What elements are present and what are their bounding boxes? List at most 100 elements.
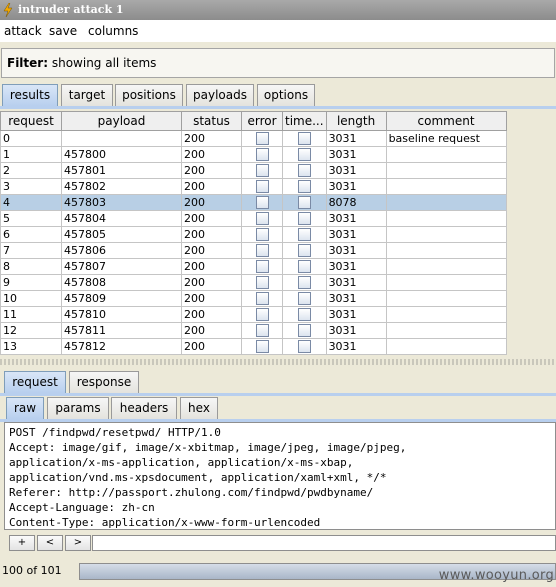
menu-attack[interactable]: attack: [4, 24, 42, 38]
tab-params[interactable]: params: [47, 397, 109, 419]
filter-label: Filter:: [7, 56, 49, 70]
table-row[interactable]: 9 457808 200 3031: [0, 274, 507, 291]
tab-headers[interactable]: headers: [111, 397, 177, 419]
timeout-checkbox[interactable]: [297, 308, 311, 321]
timeout-checkbox[interactable]: [297, 244, 311, 257]
timeout-checkbox[interactable]: [297, 292, 311, 305]
timeout-cell: [282, 194, 327, 211]
request-cell: 11: [0, 306, 62, 323]
table-row[interactable]: 13 457812 200 3031: [0, 338, 507, 355]
timeout-checkbox[interactable]: [297, 340, 311, 353]
payload-cell: [61, 130, 182, 147]
tab-raw[interactable]: raw: [6, 397, 44, 419]
payload-cell: 457812: [61, 338, 182, 355]
timeout-checkbox[interactable]: [297, 164, 311, 177]
request-cell: 12: [0, 322, 62, 339]
status-cell: 200: [181, 338, 242, 355]
payload-cell: 457806: [61, 242, 182, 259]
error-checkbox[interactable]: [255, 244, 269, 257]
timeout-cell: [282, 178, 327, 195]
error-checkbox[interactable]: [255, 212, 269, 225]
menu-bar: attack save columns: [0, 20, 556, 42]
table-row[interactable]: 1 457800 200 3031: [0, 146, 507, 163]
tab-hex[interactable]: hex: [180, 397, 218, 419]
error-checkbox[interactable]: [255, 308, 269, 321]
col-comment-header[interactable]: comment: [385, 111, 507, 131]
tab-payloads[interactable]: payloads: [186, 84, 254, 106]
timeout-checkbox[interactable]: [297, 180, 311, 193]
col-payload-header[interactable]: payload: [61, 111, 182, 131]
comment-cell: [385, 178, 507, 195]
menu-save[interactable]: save: [49, 24, 77, 38]
table-row[interactable]: 5 457804 200 3031: [0, 210, 507, 227]
table-row[interactable]: 6 457805 200 3031: [0, 226, 507, 243]
error-cell: [241, 290, 283, 307]
raw-request-editor[interactable]: POST /findpwd/resetpwd/ HTTP/1.0 Accept: …: [4, 422, 556, 530]
tab-request[interactable]: request: [4, 371, 66, 393]
timeout-checkbox[interactable]: [297, 148, 311, 161]
request-cell: 0: [0, 130, 62, 147]
error-checkbox[interactable]: [255, 148, 269, 161]
tab-options[interactable]: options: [257, 84, 315, 106]
filter-bar[interactable]: Filter: showing all items: [1, 48, 555, 78]
request-line: POST /findpwd/resetpwd/ HTTP/1.0: [9, 426, 221, 439]
split-pane-divider[interactable]: [0, 359, 556, 365]
col-request-header[interactable]: request: [0, 111, 62, 131]
tab-target[interactable]: target: [61, 84, 113, 106]
error-checkbox[interactable]: [255, 180, 269, 193]
request-line: Content-Type: application/x-www-form-url…: [9, 516, 321, 529]
results-table-body: 0 200 3031 baseline request 1 457800 200 3031 2 4…: [0, 130, 507, 355]
tab-results[interactable]: results: [2, 84, 58, 106]
length-cell: 3031: [325, 258, 387, 275]
col-status-header[interactable]: status: [181, 111, 242, 131]
table-row[interactable]: 11 457810 200 3031: [0, 306, 507, 323]
comment-cell: [385, 306, 507, 323]
tab-positions[interactable]: positions: [115, 84, 183, 106]
request-line: Accept-Language: zh-cn: [9, 501, 155, 514]
error-checkbox[interactable]: [255, 340, 269, 353]
status-cell: 200: [181, 274, 242, 291]
error-checkbox[interactable]: [255, 292, 269, 305]
table-row[interactable]: 0 200 3031 baseline request: [0, 130, 507, 147]
menu-columns[interactable]: columns: [88, 24, 138, 38]
length-cell: 3031: [325, 274, 387, 291]
error-checkbox[interactable]: [255, 324, 269, 337]
table-row[interactable]: 4 457803 200 8078: [0, 194, 507, 211]
error-checkbox[interactable]: [255, 260, 269, 273]
previous-button[interactable]: <: [37, 535, 63, 551]
col-timeout-header[interactable]: time...: [282, 111, 327, 131]
timeout-checkbox[interactable]: [297, 212, 311, 225]
payload-cell: 457805: [61, 226, 182, 243]
table-row[interactable]: 12 457811 200 3031: [0, 322, 507, 339]
error-checkbox[interactable]: [255, 196, 269, 209]
error-cell: [241, 194, 283, 211]
col-length-header[interactable]: length: [325, 111, 387, 131]
timeout-checkbox[interactable]: [297, 324, 311, 337]
col-error-header[interactable]: error: [241, 111, 283, 131]
timeout-checkbox[interactable]: [297, 228, 311, 241]
status-cell: 200: [181, 194, 242, 211]
error-cell: [241, 130, 283, 147]
request-cell: 5: [0, 210, 62, 227]
timeout-checkbox[interactable]: [297, 196, 311, 209]
timeout-checkbox[interactable]: [297, 132, 311, 145]
table-row[interactable]: 8 457807 200 3031: [0, 258, 507, 275]
comment-cell: [385, 258, 507, 275]
timeout-checkbox[interactable]: [297, 276, 311, 289]
error-checkbox[interactable]: [255, 228, 269, 241]
error-checkbox[interactable]: [255, 132, 269, 145]
tab-response[interactable]: response: [69, 371, 139, 393]
add-button[interactable]: +: [9, 535, 35, 551]
error-checkbox[interactable]: [255, 276, 269, 289]
timeout-checkbox[interactable]: [297, 260, 311, 273]
request-line: application/x-ms-application, applicatio…: [9, 456, 354, 469]
table-row[interactable]: 3 457802 200 3031: [0, 178, 507, 195]
table-row[interactable]: 2 457801 200 3031: [0, 162, 507, 179]
window-title: intruder attack 1: [18, 3, 124, 16]
error-checkbox[interactable]: [255, 164, 269, 177]
status-cell: 200: [181, 178, 242, 195]
search-input[interactable]: [92, 535, 556, 551]
next-button[interactable]: >: [65, 535, 91, 551]
table-row[interactable]: 7 457806 200 3031: [0, 242, 507, 259]
table-row[interactable]: 10 457809 200 3031: [0, 290, 507, 307]
